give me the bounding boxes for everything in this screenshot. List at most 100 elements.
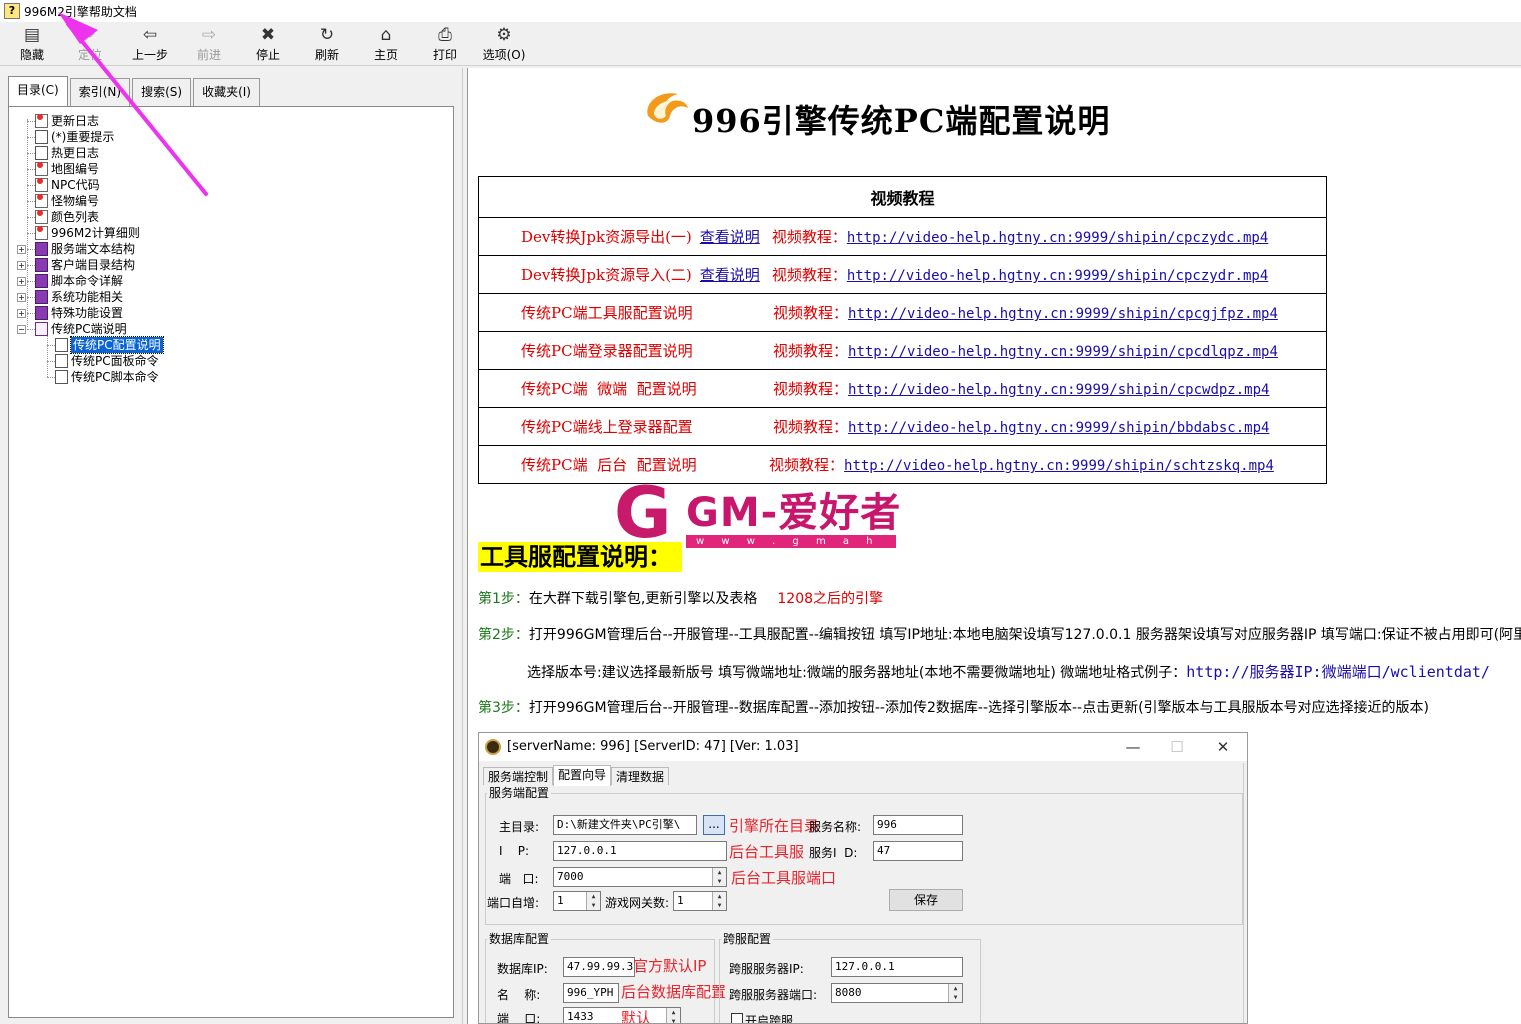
options-button[interactable]: ⚙ 选项(O) <box>476 24 532 63</box>
video-url-link[interactable]: http://video-help.hgtny.cn:9999/shipin/b… <box>848 420 1269 436</box>
stop-button[interactable]: ✖ 停止 <box>240 24 296 63</box>
tree-item[interactable]: 传统PC面板命令 <box>55 353 159 369</box>
server-id-field: 47 <box>873 841 963 861</box>
video-label: 视频教程： <box>771 228 847 246</box>
save-button: 保存 <box>889 889 963 911</box>
tree-connector <box>27 217 35 218</box>
tree-connector <box>27 233 35 234</box>
tree-item[interactable]: 颜色列表 <box>35 209 99 225</box>
tab-search[interactable]: 搜索(S) <box>132 78 192 106</box>
cross-port-label: 跨服服务器端口: <box>729 988 818 1002</box>
tree-connector <box>27 137 35 138</box>
book-icon <box>35 306 48 320</box>
expand-icon[interactable]: + <box>17 292 26 302</box>
video-url-link[interactable]: http://video-help.hgtny.cn:9999/shipin/c… <box>848 344 1278 360</box>
collapse-icon[interactable]: − <box>17 324 26 334</box>
tree-item[interactable]: + 服务端文本结构 <box>17 241 135 257</box>
table-row: 传统PC端线上登录器配置 视频教程：http://video-help.hgtny… <box>478 407 1327 446</box>
tree-item-label: 地图编号 <box>51 162 100 176</box>
auto-increment-value: 1 <box>557 894 564 907</box>
video-url-link[interactable]: http://video-help.hgtny.cn:9999/shipin/s… <box>844 458 1274 474</box>
tree-item-label: 传统PC面板命令 <box>71 354 159 368</box>
forward-button[interactable]: ⇨ 前进 <box>181 24 237 63</box>
video-url-link[interactable]: http://video-help.hgtny.cn:9999/shipin/c… <box>847 230 1268 246</box>
home-button[interactable]: ⌂ 主页 <box>358 24 414 63</box>
star-page-icon <box>35 210 48 224</box>
tree-item[interactable]: + 客户端目录结构 <box>17 257 135 273</box>
wclient-url-example: http://服务器IP:微端端口/wclientdat/ <box>1186 663 1490 681</box>
locate-button[interactable]: ⌖ 定位 <box>62 24 118 63</box>
star-page-icon <box>35 226 48 240</box>
ip-label: I P: <box>499 844 530 858</box>
auto-increment-field: 1 ▲ ▼ <box>553 891 601 911</box>
tree-item[interactable]: (*)重要提示 <box>35 129 114 145</box>
locate-icon: ⌖ <box>85 25 95 45</box>
video-url-link[interactable]: http://video-help.hgtny.cn:9999/shipin/c… <box>848 306 1278 322</box>
config-screenshot: [serverName: 996] [ServerID: 47] [Ver: 1… <box>478 732 1248 1024</box>
expand-icon[interactable]: + <box>17 244 26 254</box>
db-config-label: 数据库配置 <box>487 930 552 947</box>
tree-item[interactable]: 传统PC配置说明 <box>55 336 164 354</box>
hide-button[interactable]: ▤ 隐藏 <box>4 24 60 63</box>
view-doc-link[interactable]: 查看说明 <box>700 228 760 246</box>
page-icon <box>35 146 48 160</box>
tab-server-control: 服务端控制 <box>483 767 554 785</box>
print-button[interactable]: ⎙ 打印 <box>417 24 473 63</box>
refresh-button[interactable]: ↻ 刷新 <box>299 24 355 63</box>
tree-item-label: 传统PC脚本命令 <box>71 370 159 384</box>
help-app-icon: ? <box>4 3 20 19</box>
contents-tree[interactable]: 更新日志 (*)重要提示 热更日志 地图编号 NPC代码 怪物编号 颜色列表 996M2计算细… <box>8 106 454 1018</box>
row-title: 传统PC端线上登录器配置 <box>521 418 693 436</box>
tree-item[interactable]: − 传统PC端说明 <box>17 321 127 337</box>
cross-server-label: 跨服配置 <box>721 930 774 947</box>
tree-item-label: 系统功能相关 <box>51 290 124 304</box>
forward-label: 前进 <box>196 48 221 62</box>
tree-item[interactable]: 更新日志 <box>35 113 99 129</box>
table-row: 传统PC端登录器配置说明 视频教程：http://video-help.hgtny… <box>478 331 1327 370</box>
auto-increment-label: 端口自增: <box>487 896 540 910</box>
browse-button: ... <box>703 815 725 835</box>
tree-item[interactable]: + 系统功能相关 <box>17 289 123 305</box>
step-number: 第2步： <box>478 627 529 643</box>
tab-favorites[interactable]: 收藏夹(I) <box>193 78 260 106</box>
port-field: 7000 ▲ ▼ <box>553 867 727 887</box>
tree-item[interactable]: + 脚本命令详解 <box>17 273 123 289</box>
row-title: 传统PC端工具服配置说明 <box>521 304 693 322</box>
tree-item[interactable]: 996M2计算细则 <box>35 225 140 241</box>
video-table: 视频教程 Dev转换Jpk资源导出(一) 查看说明 视频教程：http://vide… <box>478 176 1327 484</box>
annotation-db-port: 默认 <box>621 1009 652 1024</box>
hide-icon: ▤ <box>23 25 41 45</box>
page-title: 996引擎传统PC端配置说明 <box>692 102 1111 140</box>
back-button[interactable]: ⇦ 上一步 <box>122 24 178 63</box>
tree-item[interactable]: 热更日志 <box>35 145 99 161</box>
locate-label: 定位 <box>77 48 102 62</box>
video-label: 视频教程： <box>769 456 845 474</box>
ip-field: 127.0.0.1 <box>553 841 727 861</box>
tab-index[interactable]: 索引(N) <box>69 78 131 106</box>
tree-connector <box>27 185 35 186</box>
row-title: 传统PC端 微端 配置说明 <box>521 380 697 398</box>
tree-connector <box>27 201 35 202</box>
expand-icon[interactable]: + <box>17 276 26 286</box>
tree-item[interactable]: 地图编号 <box>35 161 99 177</box>
tree-item[interactable]: 怪物编号 <box>35 193 99 209</box>
tree-item[interactable]: NPC代码 <box>35 177 100 193</box>
expand-icon[interactable]: + <box>17 308 26 318</box>
print-label: 打印 <box>432 48 457 62</box>
tree-item[interactable]: 传统PC脚本命令 <box>55 369 159 385</box>
watermark-url: w w w . g m a h z . c o m <box>686 535 896 560</box>
video-url-link[interactable]: http://video-help.hgtny.cn:9999/shipin/c… <box>848 382 1269 398</box>
view-doc-link[interactable]: 查看说明 <box>700 266 760 284</box>
video-url-link[interactable]: http://video-help.hgtny.cn:9999/shipin/c… <box>847 268 1268 284</box>
open-book-icon <box>35 322 48 336</box>
table-row: 传统PC端 微端 配置说明 视频教程：http://video-help.hgtn… <box>478 369 1327 408</box>
expand-icon[interactable]: + <box>17 260 26 270</box>
stop-label: 停止 <box>255 48 280 62</box>
tree-item[interactable]: + 特殊功能设置 <box>17 305 123 321</box>
star-page-icon <box>35 178 48 192</box>
star-page-icon <box>35 194 48 208</box>
forward-icon: ⇨ <box>201 25 217 45</box>
server-app-icon <box>485 739 501 755</box>
tab-contents[interactable]: 目录(C) <box>8 76 68 107</box>
row-title: Dev转换Jpk资源导入(二) <box>521 266 692 284</box>
